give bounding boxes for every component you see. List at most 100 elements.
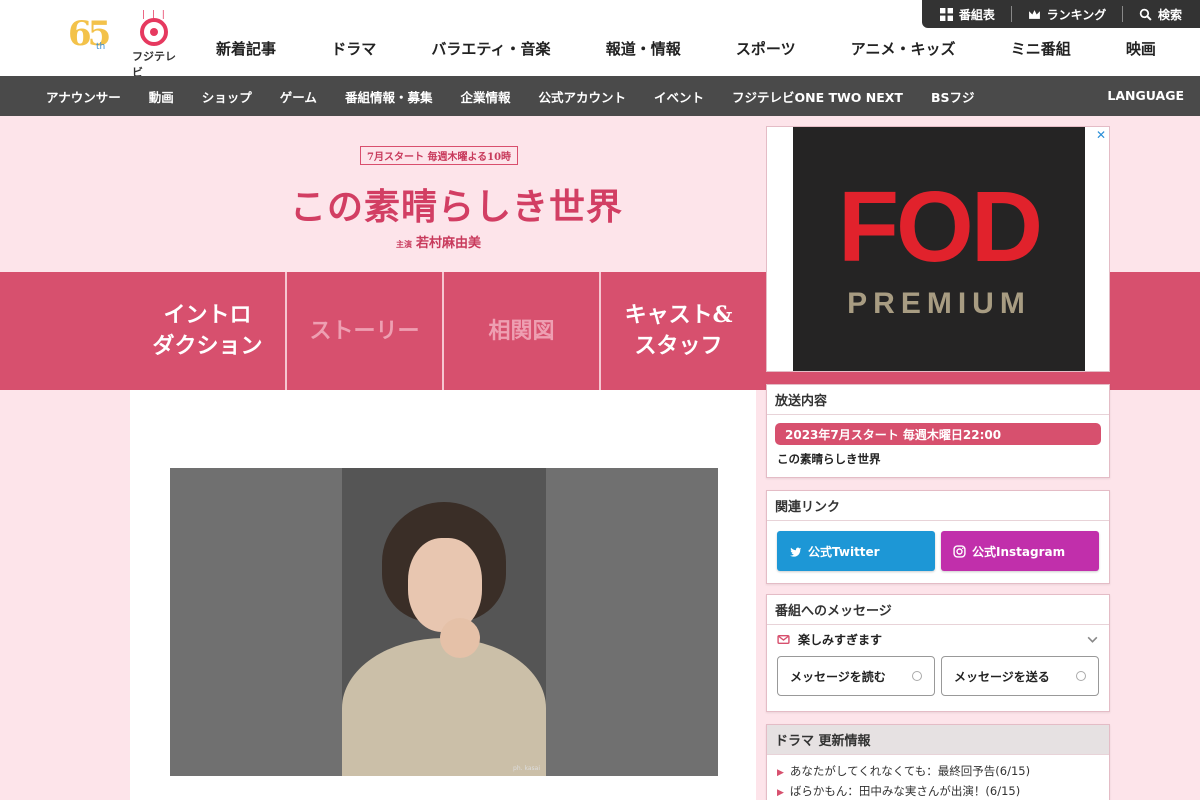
- arrow-circle-icon: [912, 671, 922, 681]
- mail-icon: [777, 635, 790, 644]
- related-links-heading: 関連リンク: [767, 491, 1109, 521]
- hero-schedule: 7月スタート 毎週木曜よる10時: [360, 146, 519, 165]
- triangle-icon: ▶: [777, 788, 784, 798]
- subnav-event[interactable]: イベント: [654, 87, 704, 106]
- divider: [1122, 6, 1124, 22]
- triangle-icon: ▶: [777, 768, 784, 778]
- message-selected: 楽しみすぎます: [798, 633, 883, 647]
- instagram-label: 公式Instagram: [972, 544, 1066, 559]
- social-links: 公式Twitter 公式Instagram: [767, 521, 1109, 581]
- subnav-game[interactable]: ゲーム: [280, 87, 317, 106]
- nav-sports[interactable]: スポーツ: [736, 38, 796, 59]
- subnav-one-two-next[interactable]: フジテレビONE TWO NEXT: [732, 87, 903, 106]
- message-heading: 番組へのメッセージ: [767, 595, 1109, 625]
- main-nav: 新着記事 ドラマ バラエティ・音楽 報道・情報 スポーツ アニメ・キッズ ミニ番…: [216, 38, 1156, 59]
- eye-mark-icon: [140, 18, 168, 46]
- crown-icon: [1028, 9, 1040, 19]
- ranking-label: ランキング: [1046, 7, 1107, 22]
- tab-intro-line2: ダクション: [152, 333, 263, 359]
- read-messages-button[interactable]: メッセージを読む: [777, 656, 935, 696]
- broadcast-program: この素晴らしき世界: [777, 452, 881, 466]
- twitter-label: 公式Twitter: [808, 544, 880, 559]
- tab-chart-label: 相関図: [488, 317, 555, 344]
- ranking-link[interactable]: ランキング: [1028, 6, 1107, 23]
- news-text: ばらかもん：田中みな実さんが出演！(6/15): [789, 784, 1021, 798]
- portrait-hand: [440, 618, 480, 658]
- subnav-bs-fuji[interactable]: BSフジ: [931, 87, 975, 106]
- chevron-down-icon: [1087, 636, 1098, 643]
- broadcast-date: 2023年7月スタート 毎週木曜日22:00: [775, 423, 1101, 445]
- nav-news[interactable]: 新着記事: [216, 38, 276, 59]
- tab-introduction[interactable]: イントロ ダクション: [130, 272, 285, 390]
- program-title: この素晴らしき世界: [290, 186, 624, 228]
- message-box: 番組へのメッセージ 楽しみすぎます メッセージを読む メッセージを送る: [766, 594, 1110, 712]
- cast-photo: ph. kasai: [170, 468, 718, 776]
- subnav-program-info[interactable]: 番組情報・募集: [345, 87, 433, 106]
- drama-news-list: ▶ あなたがしてくれなくても：最終回予告(6/15) ▶ ばらかもん：田中みな実さん…: [767, 755, 1109, 800]
- logo-th-text: th: [96, 42, 106, 52]
- subnav-corporate[interactable]: 企業情報: [460, 87, 510, 106]
- language-button[interactable]: LANGUAGE: [1107, 88, 1184, 103]
- tab-story-label: ストーリー: [309, 317, 420, 344]
- portrait-image: ph. kasai: [342, 468, 546, 776]
- arrow-circle-icon: [1076, 671, 1086, 681]
- broadcast-heading: 放送内容: [767, 385, 1109, 415]
- drama-news-box: ドラマ 更新情報 ▶ あなたがしてくれなくても：最終回予告(6/15) ▶ ばらかも…: [766, 724, 1110, 800]
- nav-drama[interactable]: ドラマ: [331, 38, 376, 59]
- instagram-icon: [953, 544, 966, 558]
- message-select[interactable]: 楽しみすぎます: [767, 625, 1109, 654]
- fod-ad[interactable]: FOD PREMIUM ✕: [766, 126, 1110, 372]
- related-links-box: 関連リンク 公式Twitter 公式Instagram: [766, 490, 1110, 584]
- subnav-announcer[interactable]: アナウンサー: [46, 87, 121, 106]
- nav-movie[interactable]: 映画: [1126, 38, 1156, 59]
- sub-nav: アナウンサー 動画 ショップ ゲーム 番組情報・募集 企業情報 公式アカウント …: [0, 76, 1200, 116]
- broadcast-box: 放送内容 2023年7月スタート 毎週木曜日22:00 この素晴らしき世界: [766, 384, 1110, 478]
- instagram-button[interactable]: 公式Instagram: [941, 531, 1099, 571]
- ad-banner[interactable]: FOD PREMIUM: [793, 127, 1085, 371]
- drama-news-heading: ドラマ 更新情報: [767, 725, 1109, 755]
- twitter-icon: [790, 547, 801, 557]
- tab-cast-line2: スタッフ: [634, 333, 723, 359]
- schedule-label: 番組表: [958, 7, 995, 22]
- search-label: 検索: [1158, 7, 1183, 22]
- nav-mini[interactable]: ミニ番組: [1011, 38, 1071, 59]
- ad-close-icon[interactable]: ✕: [1093, 127, 1109, 143]
- message-buttons: メッセージを読む メッセージを送る: [767, 654, 1109, 698]
- photo-credit: ph. kasai: [513, 765, 540, 772]
- tab-story[interactable]: ストーリー: [285, 272, 442, 390]
- search-link[interactable]: 検索: [1139, 6, 1182, 23]
- main-content: ph. kasai: [130, 390, 756, 800]
- starring-name: 若村麻由美: [416, 236, 482, 251]
- send-message-button[interactable]: メッセージを送る: [941, 656, 1099, 696]
- twitter-button[interactable]: 公式Twitter: [777, 531, 935, 571]
- read-label: メッセージを読む: [790, 669, 886, 684]
- starring-prefix: 主演: [396, 239, 412, 249]
- tab-cast-staff[interactable]: キャスト& スタッフ: [599, 272, 756, 390]
- tab-intro-line1: イントロ: [163, 302, 252, 329]
- search-icon: [1139, 8, 1152, 21]
- nav-anime[interactable]: アニメ・キッズ: [851, 38, 956, 59]
- nav-news-info[interactable]: 報道・情報: [606, 38, 681, 59]
- anniversary-logo[interactable]: 65 th: [66, 12, 122, 56]
- program-tabs: イントロダクション ストーリー 相関図 キャスト& スタッフ: [130, 272, 756, 390]
- portrait-body: [342, 638, 546, 776]
- tab-relationship-chart[interactable]: 相関図: [442, 272, 599, 390]
- divider: [1010, 6, 1012, 22]
- news-item[interactable]: ▶ ばらかもん：田中みな実さんが出演！(6/15): [777, 783, 1099, 799]
- news-text: あなたがしてくれなくても：最終回予告(6/15): [789, 764, 1031, 778]
- starring: 主演 若村麻由美: [396, 232, 481, 251]
- subnav-official-accounts[interactable]: 公式アカウント: [538, 87, 626, 106]
- subnav-shop[interactable]: ショップ: [202, 87, 252, 106]
- news-item[interactable]: ▶ あなたがしてくれなくても：最終回予告(6/15): [777, 763, 1099, 779]
- portrait-face: [408, 538, 482, 632]
- subnav-video[interactable]: 動画: [149, 87, 174, 106]
- grid-icon: [939, 7, 953, 21]
- ad-brand: FOD: [837, 171, 1043, 283]
- send-label: メッセージを送る: [954, 669, 1050, 684]
- schedule-link[interactable]: 番組表: [939, 6, 995, 23]
- fujitv-logo[interactable]: | | | フジテレビ: [130, 10, 186, 79]
- utility-bar: 番組表 ランキング 検索: [922, 0, 1200, 28]
- ad-tier: PREMIUM: [847, 287, 1031, 320]
- site-header: 65 th | | | フジテレビ 番組表 ランキング 検索 新着記事 ドラマ …: [0, 0, 1200, 79]
- nav-variety[interactable]: バラエティ・音楽: [431, 38, 550, 59]
